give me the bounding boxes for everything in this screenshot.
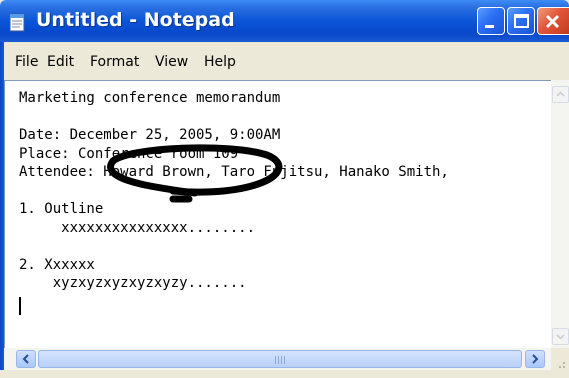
maximize-icon <box>514 14 529 28</box>
window-title: Untitled - Notepad <box>36 9 235 31</box>
menu-help[interactable]: Help <box>204 54 236 70</box>
scroll-up-button[interactable] <box>552 86 569 103</box>
chevron-left-icon <box>22 354 29 364</box>
grip-line <box>281 356 282 364</box>
notepad-window: Untitled - Notepad File Edit Format View… <box>0 0 569 378</box>
scroll-down-button[interactable] <box>552 328 569 345</box>
scroll-left-button[interactable] <box>16 350 36 368</box>
menu-format[interactable]: Format <box>90 54 139 70</box>
document-text[interactable]: Marketing conference memorandum Date: De… <box>19 89 449 293</box>
text-editor[interactable]: Marketing conference memorandum Date: De… <box>4 80 551 348</box>
scroll-right-button[interactable] <box>525 350 545 368</box>
notepad-app-icon[interactable] <box>9 12 27 32</box>
close-button[interactable] <box>537 7 569 35</box>
title-bar[interactable]: Untitled - Notepad <box>0 0 569 42</box>
vertical-scrollbar[interactable] <box>551 80 569 348</box>
grip-line <box>275 356 276 364</box>
grip-line <box>278 356 279 364</box>
minimize-icon <box>485 25 494 28</box>
close-icon <box>545 14 560 29</box>
grip-line <box>284 356 285 364</box>
menu-bar: File Edit Format View Help <box>4 42 569 80</box>
chevron-right-icon <box>532 354 539 364</box>
menu-view[interactable]: View <box>155 54 188 70</box>
menu-file[interactable]: File <box>15 54 38 70</box>
resize-grip[interactable] <box>551 348 569 370</box>
horizontal-scrollbar[interactable] <box>4 348 551 370</box>
menu-edit[interactable]: Edit <box>47 54 74 70</box>
text-caret <box>19 297 21 315</box>
minimize-button[interactable] <box>477 7 505 35</box>
chevron-up-icon <box>556 91 565 97</box>
window-frame-bottom <box>0 370 569 378</box>
resize-grip-icon <box>559 362 565 368</box>
chevron-down-icon <box>556 334 565 340</box>
maximize-button[interactable] <box>507 7 535 35</box>
horizontal-scroll-thumb[interactable] <box>38 350 522 368</box>
